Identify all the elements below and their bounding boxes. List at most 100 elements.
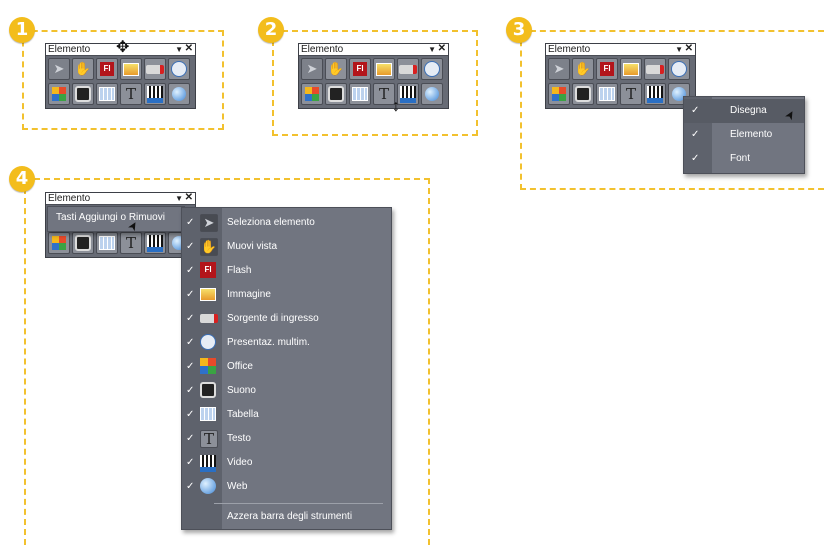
menu-item-tabella[interactable]: ✓ Tabella bbox=[182, 403, 391, 426]
video-button[interactable] bbox=[144, 232, 166, 254]
toolbar-title-bar[interactable]: Elemento ▼ ✕ bbox=[546, 43, 695, 56]
web-icon bbox=[200, 478, 216, 494]
text-button[interactable]: T bbox=[120, 232, 142, 254]
table-icon bbox=[352, 87, 368, 101]
menu-item-seleziona-elemento[interactable]: ✓ ➤ Seleziona elemento bbox=[182, 211, 391, 234]
add-remove-buttons-menu[interactable]: Tasti Aggiungi o Rimuovi bbox=[47, 206, 185, 232]
menu-item-sorgente-di-ingresso[interactable]: ✓ Sorgente di ingresso bbox=[182, 307, 391, 330]
video-button[interactable] bbox=[144, 83, 166, 105]
menu-item-label: Disegna bbox=[730, 105, 767, 116]
menu-item-immagine[interactable]: ✓ Immagine bbox=[182, 283, 391, 306]
web-button[interactable] bbox=[421, 83, 443, 105]
presentation-button[interactable] bbox=[668, 58, 690, 80]
pan-tool-button[interactable]: ✋ bbox=[325, 58, 347, 80]
toolbar-title-bar[interactable]: Elemento ▼ ✕ bbox=[46, 192, 195, 205]
menu-item-flash[interactable]: ✓ Fl Flash bbox=[182, 259, 391, 282]
select-tool-button[interactable]: ➤ bbox=[301, 58, 323, 80]
office-button[interactable] bbox=[301, 83, 323, 105]
table-button[interactable] bbox=[96, 83, 118, 105]
image-icon bbox=[376, 62, 392, 76]
pan-tool-button[interactable]: ✋ bbox=[72, 58, 94, 80]
menu-item-label: Font bbox=[730, 153, 751, 164]
office-button[interactable] bbox=[48, 232, 70, 254]
close-icon[interactable]: ✕ bbox=[685, 43, 693, 54]
menu-item-office[interactable]: ✓ Office bbox=[182, 355, 391, 378]
presentation-button[interactable] bbox=[168, 58, 190, 80]
sound-button[interactable] bbox=[572, 83, 594, 105]
toolbar-panel-2[interactable]: Elemento ▼ ✕ ➤ ✋ Fl T bbox=[298, 43, 449, 109]
office-button[interactable] bbox=[48, 83, 70, 105]
office-button[interactable] bbox=[548, 83, 570, 105]
sound-button[interactable] bbox=[325, 83, 347, 105]
resize-cursor-icon: ↕ bbox=[392, 98, 400, 115]
text-icon: T bbox=[125, 85, 136, 103]
presentation-icon bbox=[200, 334, 216, 350]
pan-tool-button[interactable]: ✋ bbox=[572, 58, 594, 80]
menu-item-label: Presentaz. multim. bbox=[227, 337, 310, 348]
input-source-button[interactable] bbox=[144, 58, 166, 80]
menu-item-web[interactable]: ✓ Web bbox=[182, 475, 391, 498]
step-badge-1: 1 bbox=[9, 17, 35, 43]
move-cursor-icon: ✥ bbox=[116, 39, 130, 56]
flash-button[interactable]: Fl bbox=[596, 58, 618, 80]
close-icon[interactable]: ✕ bbox=[185, 192, 193, 203]
menu-item-elemento[interactable]: ✓ Elemento bbox=[684, 123, 804, 147]
video-icon bbox=[147, 85, 163, 103]
input-source-icon bbox=[146, 64, 164, 74]
sound-button[interactable] bbox=[72, 232, 94, 254]
video-button[interactable] bbox=[397, 83, 419, 105]
office-icon bbox=[200, 358, 216, 374]
text-icon: T bbox=[200, 430, 218, 448]
table-button[interactable] bbox=[349, 83, 371, 105]
menu-item-reset-toolbar[interactable]: Azzera barra degli strumenti bbox=[182, 505, 391, 528]
presentation-button[interactable] bbox=[421, 58, 443, 80]
dropdown-arrow-icon[interactable]: ▼ bbox=[175, 44, 183, 55]
text-button[interactable]: T bbox=[620, 83, 642, 105]
flash-button[interactable]: Fl bbox=[349, 58, 371, 80]
image-button[interactable] bbox=[120, 58, 142, 80]
web-button[interactable] bbox=[168, 83, 190, 105]
menu-item-muovi-vista[interactable]: ✓ ✋ Muovi vista bbox=[182, 235, 391, 258]
menu-item-label: Testo bbox=[227, 433, 251, 444]
menu-item-label: Muovi vista bbox=[227, 241, 278, 252]
video-button[interactable] bbox=[644, 83, 666, 105]
sound-button[interactable] bbox=[72, 83, 94, 105]
add-remove-buttons-label[interactable]: Tasti Aggiungi o Rimuovi bbox=[56, 212, 165, 223]
step-badge-3: 3 bbox=[506, 17, 532, 43]
dropdown-arrow-icon[interactable]: ▼ bbox=[675, 44, 683, 55]
close-icon[interactable]: ✕ bbox=[185, 43, 193, 54]
menu-item-presentaz-multim[interactable]: ✓ Presentaz. multim. bbox=[182, 331, 391, 354]
office-icon bbox=[52, 87, 66, 101]
menu-item-suono[interactable]: ✓ Suono bbox=[182, 379, 391, 402]
flash-button[interactable]: Fl bbox=[96, 58, 118, 80]
toolbar-title: Elemento bbox=[48, 44, 91, 55]
table-button[interactable] bbox=[96, 232, 118, 254]
image-button[interactable] bbox=[373, 58, 395, 80]
menu-item-label: Immagine bbox=[227, 289, 271, 300]
menu-item-video[interactable]: ✓ Video bbox=[182, 451, 391, 474]
menu-item-label: Sorgente di ingresso bbox=[227, 313, 319, 324]
input-source-button[interactable] bbox=[397, 58, 419, 80]
input-source-button[interactable] bbox=[644, 58, 666, 80]
toolbar-title: Elemento bbox=[548, 44, 591, 55]
video-icon bbox=[200, 454, 216, 472]
close-icon[interactable]: ✕ bbox=[438, 43, 446, 54]
dropdown-arrow-icon[interactable]: ▼ bbox=[175, 193, 183, 204]
toolbar-panel-3[interactable]: Elemento ▼ ✕ ➤ ✋ Fl T bbox=[545, 43, 696, 109]
customize-buttons-menu[interactable]: ✓ ➤ Seleziona elemento ✓ ✋ Muovi vista ✓… bbox=[181, 207, 392, 530]
text-button[interactable]: T bbox=[120, 83, 142, 105]
menu-item-label: Elemento bbox=[730, 129, 773, 140]
arrow-icon: ➤ bbox=[200, 214, 218, 232]
menu-item-font[interactable]: ✓ Font bbox=[684, 147, 804, 171]
check-icon: ✓ bbox=[186, 265, 195, 276]
image-button[interactable] bbox=[620, 58, 642, 80]
sound-icon bbox=[75, 235, 91, 251]
select-tool-button[interactable]: ➤ bbox=[48, 58, 70, 80]
input-source-icon bbox=[646, 64, 664, 74]
menu-item-testo[interactable]: ✓ T Testo bbox=[182, 427, 391, 450]
toolbar-title-bar[interactable]: Elemento ▼ ✕ bbox=[299, 43, 448, 56]
table-button[interactable] bbox=[596, 83, 618, 105]
text-icon: T bbox=[378, 85, 389, 103]
select-tool-button[interactable]: ➤ bbox=[548, 58, 570, 80]
dropdown-arrow-icon[interactable]: ▼ bbox=[428, 44, 436, 55]
